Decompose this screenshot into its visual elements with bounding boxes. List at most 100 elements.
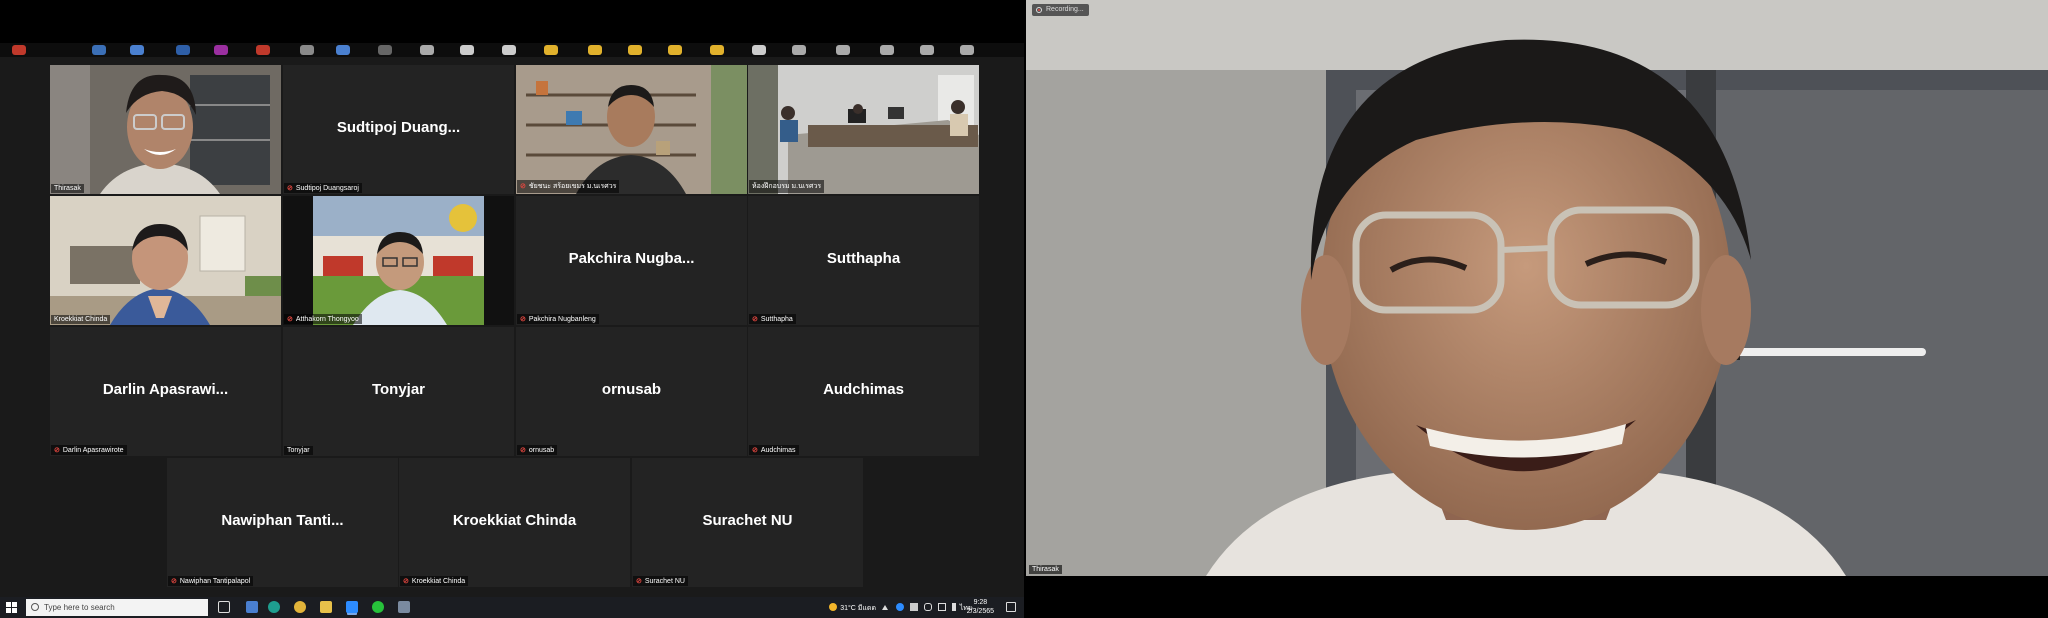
tab-favicon-icon[interactable] — [960, 45, 974, 55]
tab-favicon-icon[interactable] — [710, 45, 724, 55]
participant-name-label: ⊘ Surachet NU — [633, 576, 688, 586]
muted-mic-icon: ⊘ — [752, 447, 758, 454]
tab-favicon-icon[interactable] — [502, 45, 516, 55]
tab-favicon-icon[interactable] — [628, 45, 642, 55]
video-tile-kroekkiat-2[interactable]: Kroekkiat Chinda ⊘ Kroekkiat Chinda — [399, 458, 630, 587]
chevron-up-icon[interactable] — [882, 605, 888, 610]
participant-display-name: Tonyjar — [371, 381, 426, 398]
video-tile-surachet[interactable]: Surachet NU ⊘ Surachet NU — [632, 458, 863, 587]
active-speaker-view[interactable]: Recording... Thirasak — [1026, 0, 2048, 576]
video-tile-ornusab[interactable]: ornusab ⊘ ornusab — [516, 327, 747, 456]
clock-time: 9:28 — [973, 599, 988, 606]
tab-favicon-icon[interactable] — [130, 45, 144, 55]
zoom-app-icon[interactable] — [346, 601, 358, 613]
muted-mic-icon: ⊘ — [520, 447, 526, 454]
participant-name-label: Thirasak — [51, 184, 84, 193]
app-icon[interactable] — [398, 601, 410, 613]
video-tile-sudtipoj[interactable]: Sudtipoj Duang... ⊘ Sudtipoj Duangsaroj — [283, 65, 514, 194]
tab-favicon-icon[interactable] — [792, 45, 806, 55]
clock-date: 2/3/2565 — [966, 608, 994, 615]
video-tile-darlin[interactable]: Darlin Apasrawi... ⊘ Darlin Apasrawirote — [50, 327, 281, 456]
zoom-gallery-view: Thirasak Sudtipoj Duang... ⊘ Sudtipoj Dua… — [0, 57, 1024, 602]
file-explorer-icon[interactable] — [320, 601, 332, 613]
video-tile-kroekkiat[interactable]: Kroekkiat Chinda — [50, 196, 281, 325]
muted-mic-icon: ⊘ — [287, 316, 293, 323]
taskbar-clock[interactable]: 9:28 2/3/2565 — [967, 598, 994, 616]
video-tile-tonyjar[interactable]: Tonyjar Tonyjar — [283, 327, 514, 456]
tab-favicon-icon[interactable] — [12, 45, 26, 55]
participant-display-name: Audchimas — [823, 381, 904, 398]
active-speaker-name-label: Thirasak — [1029, 565, 1062, 574]
participant-name-label: Tonyjar — [284, 446, 313, 455]
weather-text: 31°C มีแดด — [840, 605, 876, 612]
sun-icon — [829, 603, 838, 611]
onedrive-icon[interactable] — [910, 603, 918, 611]
zoom-tray-icon[interactable] — [896, 603, 904, 611]
participant-display-name: Pakchira Nugba... — [568, 250, 695, 267]
tab-favicon-icon[interactable] — [214, 45, 228, 55]
line-app-icon[interactable] — [372, 601, 384, 613]
participant-display-name: Sutthapha — [826, 250, 901, 267]
video-tile-training-room[interactable]: ห้องฝึกอบรม ม.นเรศวร — [748, 65, 979, 194]
video-tile-atthakorn[interactable]: ⊘ Atthakorn Thongyoo — [283, 196, 514, 325]
network-icon[interactable] — [938, 603, 946, 611]
tab-favicon-icon[interactable] — [920, 45, 934, 55]
windows-taskbar: Type here to search 31°C มีแดด ไทย 9:28 … — [0, 597, 1024, 618]
recording-indicator[interactable]: Recording... — [1032, 4, 1089, 16]
tab-favicon-icon[interactable] — [460, 45, 474, 55]
participant-name-label: ⊘ ชัยชนะ สร้อยเขมร ม.นเรศวร — [517, 180, 620, 193]
tab-favicon-icon[interactable] — [300, 45, 314, 55]
participant-display-name: Surachet NU — [702, 512, 793, 529]
participant-name-label: ⊘ Nawiphan Tantipalapol — [168, 576, 254, 586]
participant-name-label: ⊘ Atthakorn Thongyoo — [284, 314, 362, 324]
video-tile-pakchira[interactable]: Pakchira Nugba... ⊘ Pakchira Nugbanleng — [516, 196, 747, 325]
muted-mic-icon: ⊘ — [520, 183, 526, 190]
participant-display-name: ornusab — [601, 381, 662, 398]
participant-video — [516, 65, 747, 194]
tab-favicon-icon[interactable] — [880, 45, 894, 55]
participant-name-label: ⊘ Darlin Apasrawirote — [51, 445, 127, 455]
video-tile-thirasak[interactable]: Thirasak — [50, 65, 281, 194]
notification-center-icon[interactable] — [1006, 602, 1016, 612]
muted-mic-icon: ⊘ — [520, 316, 526, 323]
video-tile-sutthapha[interactable]: Sutthapha ⊘ Sutthapha — [748, 196, 979, 325]
microphone-icon[interactable] — [924, 603, 932, 611]
participant-name-label: ⊘ Pakchira Nugbanleng — [517, 314, 599, 324]
video-tile-chaichana[interactable]: ⊘ ชัยชนะ สร้อยเขมร ม.นเรศวร — [516, 65, 747, 194]
video-tile-nawiphan[interactable]: Nawiphan Tanti... ⊘ Nawiphan Tantipalapol — [167, 458, 398, 587]
tab-favicon-icon[interactable] — [336, 45, 350, 55]
tab-favicon-icon[interactable] — [92, 45, 106, 55]
participant-video — [283, 196, 514, 325]
participant-display-name: Nawiphan Tanti... — [221, 512, 344, 529]
tab-favicon-icon[interactable] — [752, 45, 766, 55]
participant-name-label: ⊘ ornusab — [517, 445, 558, 455]
tab-favicon-icon[interactable] — [836, 45, 850, 55]
word-app-icon[interactable] — [246, 601, 258, 613]
participant-display-name: Sudtipoj Duang... — [336, 119, 461, 136]
participant-name-label: ⊘ Audchimas — [749, 445, 799, 455]
speaker-video — [1026, 0, 2048, 576]
participant-name-label: Kroekkiat Chinda — [51, 315, 111, 324]
participant-display-name: Darlin Apasrawi... — [102, 381, 229, 398]
windows-start-icon[interactable] — [6, 602, 17, 613]
search-icon — [31, 603, 39, 611]
edge-browser-icon[interactable] — [268, 601, 280, 613]
recording-text: Recording... — [1046, 6, 1084, 13]
tab-favicon-icon[interactable] — [176, 45, 190, 55]
left-monitor: Thirasak Sudtipoj Duang... ⊘ Sudtipoj Dua… — [0, 0, 1024, 618]
participant-video — [748, 65, 979, 194]
video-tile-audchimas[interactable]: Audchimas ⊘ Audchimas — [748, 327, 979, 456]
weather-widget[interactable]: 31°C มีแดด — [829, 603, 876, 614]
muted-mic-icon: ⊘ — [403, 578, 409, 585]
search-placeholder: Type here to search — [44, 603, 115, 612]
task-view-icon[interactable] — [218, 601, 230, 613]
tab-favicon-icon[interactable] — [668, 45, 682, 55]
tab-favicon-icon[interactable] — [588, 45, 602, 55]
tab-favicon-icon[interactable] — [544, 45, 558, 55]
chrome-browser-icon[interactable] — [294, 601, 306, 613]
tab-favicon-icon[interactable] — [378, 45, 392, 55]
taskbar-search-box[interactable]: Type here to search — [26, 599, 208, 616]
tab-favicon-icon[interactable] — [420, 45, 434, 55]
tab-favicon-icon[interactable] — [256, 45, 270, 55]
participant-name-label: ห้องฝึกอบรม ม.นเรศวร — [749, 180, 825, 193]
